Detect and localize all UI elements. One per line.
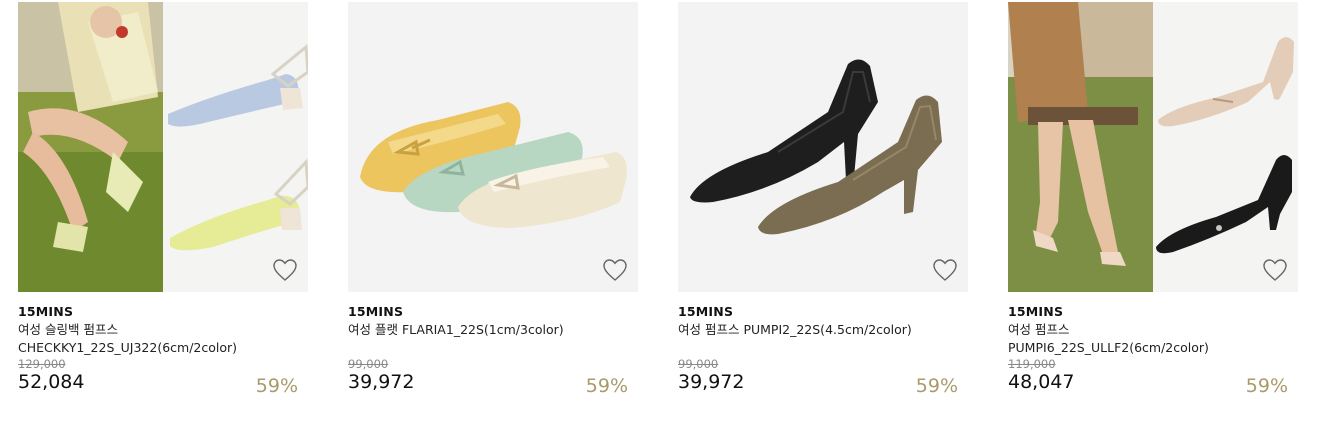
heart-outline-icon <box>273 259 297 281</box>
product-brand[interactable]: 15MINS <box>18 303 308 320</box>
original-price: 129,000 <box>18 357 66 371</box>
heart-outline-icon <box>933 259 957 281</box>
black-khaki-pumps-photo <box>678 2 968 292</box>
product-card[interactable]: 15MINS 여성 플랫 FLARIA1_22S(1cm/3color) 99,… <box>348 2 638 401</box>
product-grid: 15MINS 여성 슬링백 펌프스 CHECKKY1_22S_UJ322(6cm… <box>0 0 1318 430</box>
wishlist-button[interactable] <box>932 258 958 282</box>
heart-outline-icon <box>603 259 627 281</box>
wishlist-button[interactable] <box>272 258 298 282</box>
original-price: 99,000 <box>348 357 389 371</box>
product-name[interactable]: 여성 펌프스 PUMPI6_22S_ULLF2(6cm/2color) <box>1008 321 1298 357</box>
product-brand[interactable]: 15MINS <box>678 303 968 320</box>
product-brand[interactable]: 15MINS <box>1008 303 1298 320</box>
price-block: 129,000 52,084 59% <box>18 357 308 401</box>
product-name[interactable]: 여성 펌프스 PUMPI2_22S(4.5cm/2color) <box>678 321 968 339</box>
wishlist-button[interactable] <box>602 258 628 282</box>
price-block: 119,000 48,047 59% <box>1008 357 1298 401</box>
ballet-flats-three-colors-photo <box>348 2 638 292</box>
discount-rate: 59% <box>585 375 628 397</box>
discount-rate: 59% <box>915 375 958 397</box>
product-name[interactable]: 여성 플랫 FLARIA1_22S(1cm/3color) <box>348 321 638 339</box>
price-block: 99,000 39,972 59% <box>348 357 638 401</box>
beige-black-pumps-photo <box>1008 2 1298 292</box>
wishlist-button[interactable] <box>1262 258 1288 282</box>
discount-rate: 59% <box>1245 375 1288 397</box>
original-price: 119,000 <box>1008 357 1056 371</box>
product-image[interactable] <box>678 2 968 292</box>
product-image[interactable] <box>18 2 308 292</box>
product-image[interactable] <box>1008 2 1298 292</box>
heart-outline-icon <box>1263 259 1287 281</box>
product-card[interactable]: 15MINS 여성 펌프스 PUMPI2_22S(4.5cm/2color) 9… <box>678 2 968 401</box>
product-name[interactable]: 여성 슬링백 펌프스 CHECKKY1_22S_UJ322(6cm/2color… <box>18 321 308 357</box>
slingback-gingham-pumps-photo <box>18 2 308 292</box>
original-price: 99,000 <box>678 357 719 371</box>
product-card[interactable]: 15MINS 여성 펌프스 PUMPI6_22S_ULLF2(6cm/2colo… <box>1008 2 1298 401</box>
product-image[interactable] <box>348 2 638 292</box>
product-card[interactable]: 15MINS 여성 슬링백 펌프스 CHECKKY1_22S_UJ322(6cm… <box>18 2 308 401</box>
product-brand[interactable]: 15MINS <box>348 303 638 320</box>
discount-rate: 59% <box>255 375 298 397</box>
price-block: 99,000 39,972 59% <box>678 357 968 401</box>
